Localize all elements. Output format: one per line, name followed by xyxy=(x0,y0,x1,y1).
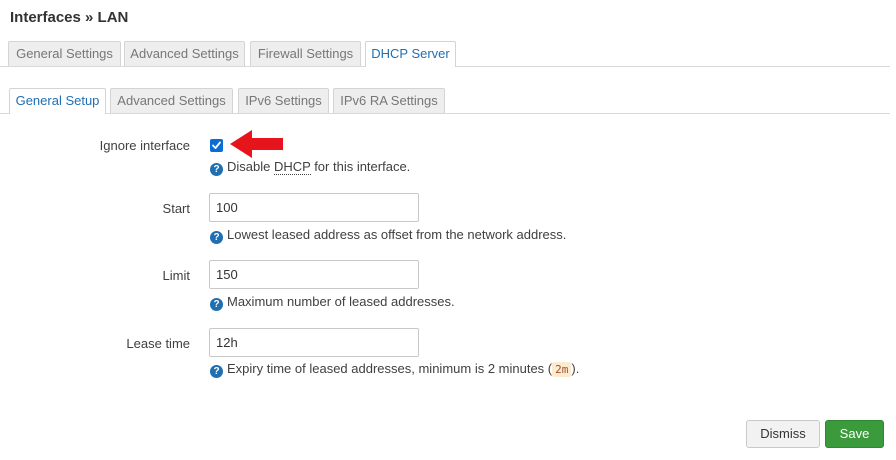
limit-label: Limit xyxy=(162,268,190,283)
limit-input[interactable] xyxy=(209,260,419,289)
start-help: ? Lowest leased address as offset from th… xyxy=(210,227,567,244)
tab-dhcp-advanced-settings[interactable]: Advanced Settings xyxy=(110,88,233,113)
help-text-suffix: for this interface. xyxy=(310,159,411,174)
help-text: Lowest leased address as offset from the… xyxy=(227,227,567,242)
tab-ipv6-ra-settings[interactable]: IPv6 RA Settings xyxy=(333,88,445,113)
help-text: Expiry time of leased addresses, minimum… xyxy=(227,361,553,376)
help-icon: ? xyxy=(210,365,223,378)
tab-ipv6-settings[interactable]: IPv6 Settings xyxy=(238,88,329,113)
lease-time-input[interactable] xyxy=(209,328,419,357)
start-label: Start xyxy=(162,201,190,216)
page-title: Interfaces » LAN xyxy=(10,9,129,26)
help-text: Maximum number of leased addresses. xyxy=(227,294,455,309)
ignore-interface-label: Ignore interface xyxy=(99,138,190,153)
start-input[interactable] xyxy=(209,193,419,222)
limit-help: ? Maximum number of leased addresses. xyxy=(210,294,455,311)
tab-firewall-settings[interactable]: Firewall Settings xyxy=(250,41,361,66)
dismiss-button[interactable]: Dismiss xyxy=(746,420,820,448)
lease-time-label: Lease time xyxy=(126,336,190,351)
secondary-tabbar: General Setup Advanced Settings IPv6 Set… xyxy=(0,88,890,114)
dhcp-abbr: DHCP xyxy=(273,159,311,175)
help-text: Disable xyxy=(227,159,274,174)
help-icon: ? xyxy=(210,298,223,311)
help-icon: ? xyxy=(210,231,223,244)
tab-general-setup[interactable]: General Setup xyxy=(9,88,106,114)
save-button[interactable]: Save xyxy=(825,420,884,448)
help-icon: ? xyxy=(210,163,223,176)
primary-tabbar: General Settings Advanced Settings Firew… xyxy=(0,41,890,67)
red-arrow-icon xyxy=(230,130,283,158)
ignore-interface-help: ? Disable DHCP for this interface. xyxy=(210,159,411,176)
help-text-suffix: ). xyxy=(571,361,580,376)
checkmark-icon xyxy=(212,141,221,149)
tab-general-settings[interactable]: General Settings xyxy=(8,41,121,66)
tab-advanced-settings[interactable]: Advanced Settings xyxy=(124,41,245,66)
tab-dhcp-server[interactable]: DHCP Server xyxy=(365,41,456,67)
ignore-interface-checkbox[interactable] xyxy=(210,139,223,152)
lease-time-help: ? Expiry time of leased addresses, minimu… xyxy=(210,361,580,378)
lease-code: 2m xyxy=(552,362,572,377)
